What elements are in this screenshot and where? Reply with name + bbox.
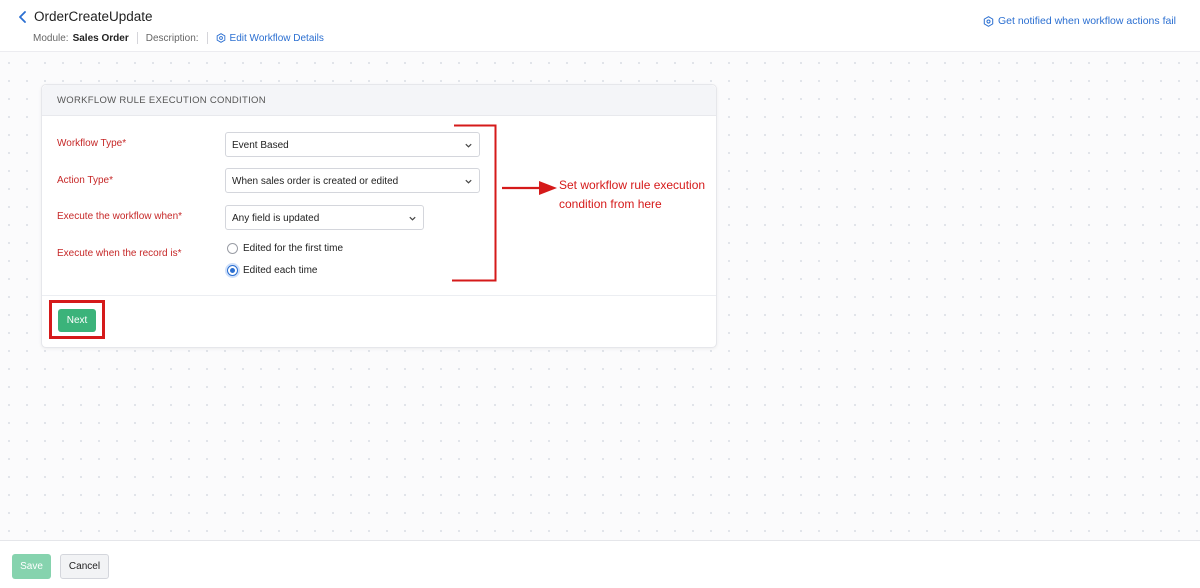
action-type-value: When sales order is created or edited: [232, 176, 399, 187]
card-heading: WORKFLOW RULE EXECUTION CONDITION: [42, 85, 716, 116]
save-button[interactable]: Save: [12, 554, 51, 579]
module-value: Sales Order: [72, 32, 129, 44]
radio-label: Edited for the first time: [243, 243, 344, 254]
page-header: OrderCreateUpdate Module: Sales Order De…: [0, 0, 1200, 52]
cancel-button[interactable]: Cancel: [60, 554, 109, 579]
page-title: OrderCreateUpdate: [34, 9, 153, 24]
annotation-arrow-icon: [502, 181, 557, 195]
description-label: Description:: [145, 32, 199, 44]
edit-workflow-details-link[interactable]: Edit Workflow Details: [216, 33, 324, 44]
back-chevron-icon[interactable]: [15, 9, 31, 25]
next-button-highlight-box: [49, 300, 105, 339]
notify-failure-label: Get notified when workflow actions fail: [997, 15, 1176, 27]
radio-label: Edited each time: [243, 265, 318, 276]
execute-when-label: Execute the workflow when*: [57, 211, 183, 222]
radio-edited-first-time[interactable]: Edited for the first time: [227, 243, 343, 254]
notify-failure-link[interactable]: Get notified when workflow actions fail: [983, 15, 1176, 27]
annotation-text: Set workflow rule execution condition fr…: [559, 178, 706, 211]
meta-divider: [136, 32, 138, 44]
action-type-label: Action Type*: [57, 175, 113, 186]
execute-when-value: Any field is updated: [232, 213, 320, 224]
workflow-type-value: Event Based: [232, 140, 289, 151]
radio-edited-each-time[interactable]: Edited each time: [227, 265, 318, 276]
workflow-meta: Module: Sales Order Description: Edit Wo…: [33, 32, 324, 44]
record-is-label: Execute when the record is*: [57, 248, 182, 259]
workflow-type-select[interactable]: Event Based: [225, 132, 480, 157]
settings-hex-icon: [983, 15, 994, 27]
radio-button-selected[interactable]: [227, 265, 238, 276]
workflow-type-label: Workflow Type*: [57, 138, 127, 149]
execution-condition-card: WORKFLOW RULE EXECUTION CONDITION Workfl…: [41, 84, 717, 348]
meta-divider: [206, 32, 208, 44]
annotation-bracket: [452, 124, 497, 282]
radio-button[interactable]: [227, 243, 238, 254]
footer-bar: Save Cancel: [0, 540, 1200, 588]
card-divider: [42, 295, 716, 296]
action-type-select[interactable]: When sales order is created or edited: [225, 168, 480, 193]
settings-hex-icon: [216, 33, 225, 43]
chevron-down-icon: [409, 216, 416, 221]
execute-when-select[interactable]: Any field is updated: [225, 205, 424, 230]
edit-workflow-details-label: Edit Workflow Details: [229, 32, 324, 44]
module-label: Module:: [33, 32, 69, 44]
